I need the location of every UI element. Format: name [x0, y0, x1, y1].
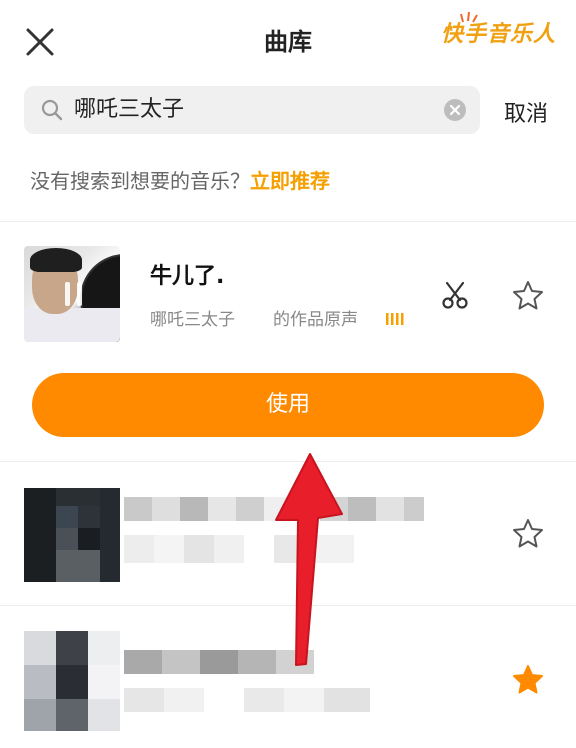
song-artist: 哪吒三太子	[150, 310, 235, 330]
hint-text: 没有搜索到想要的音乐？	[30, 169, 250, 193]
clear-search-button[interactable]	[444, 99, 466, 121]
brand-logo: 快手音乐人	[440, 11, 556, 48]
sparkle-icon	[460, 11, 478, 23]
playing-indicator-icon	[386, 313, 404, 325]
recommend-link[interactable]: 立即推荐	[250, 169, 330, 193]
scissors-icon[interactable]	[440, 280, 470, 310]
no-result-hint: 没有搜索到想要的音乐？立即推荐	[30, 165, 330, 194]
search-input[interactable]	[74, 86, 444, 134]
clear-icon	[449, 104, 461, 116]
song-source: 的作品原声	[273, 310, 358, 330]
use-button[interactable]: 使用	[32, 373, 544, 437]
star-outline-icon[interactable]	[512, 518, 544, 548]
song-subtitle-blurred	[124, 688, 370, 712]
star-filled-icon[interactable]	[512, 664, 544, 694]
star-outline-icon[interactable]	[512, 280, 544, 310]
cancel-button[interactable]: 取消	[504, 96, 548, 128]
search-bar[interactable]	[24, 86, 480, 134]
song-cover[interactable]	[24, 631, 120, 731]
brand-text: 快手音乐人	[440, 22, 556, 47]
search-icon	[41, 99, 63, 121]
pause-icon[interactable]	[62, 280, 86, 308]
song-title: 牛儿了.	[150, 264, 225, 289]
annotation-arrow-icon	[275, 453, 343, 666]
divider	[0, 221, 576, 222]
song-cover[interactable]	[24, 488, 120, 582]
